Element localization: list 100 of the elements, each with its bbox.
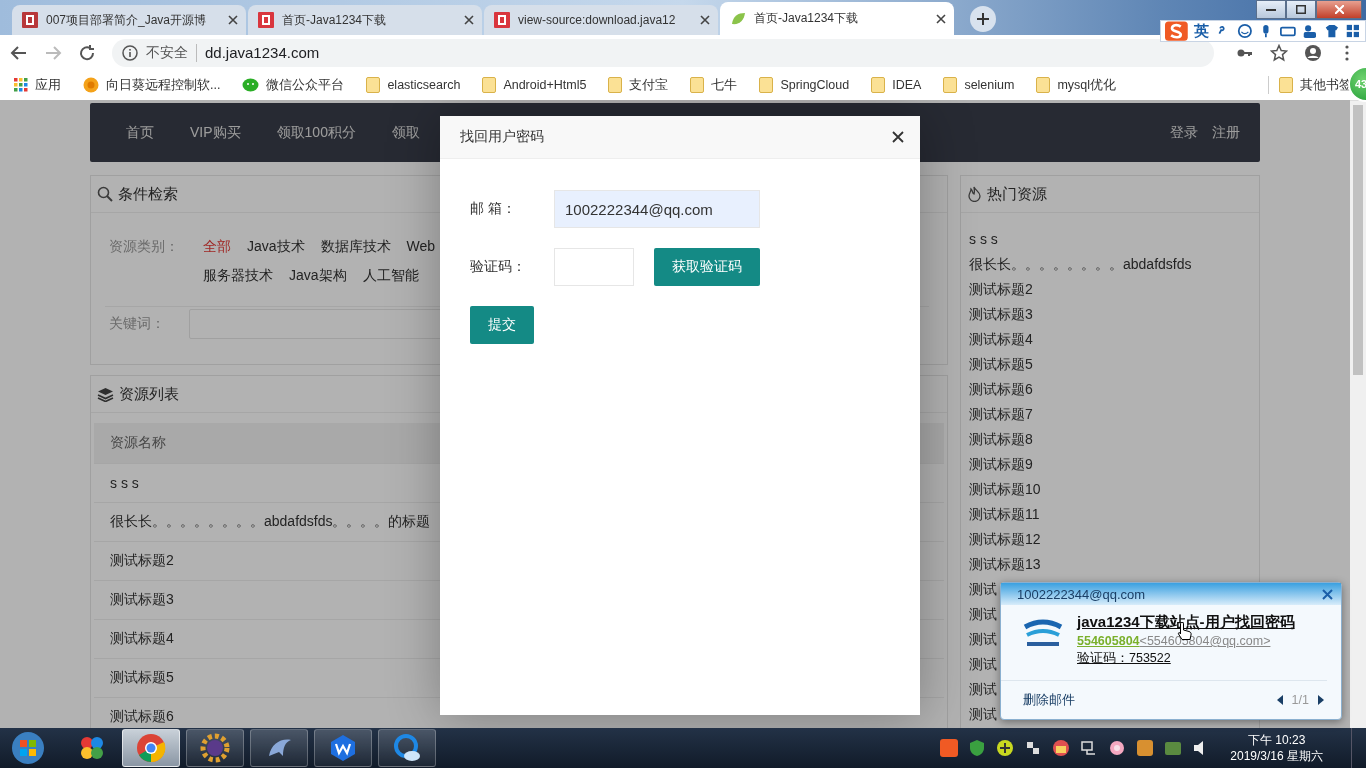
resource-link[interactable]: 很长长。。。。。。。。abdafdsfds <box>969 252 1259 277</box>
close-icon <box>1334 5 1344 14</box>
mail-preview-link[interactable]: 验证码：753522 <box>1077 650 1295 667</box>
category-link[interactable]: Java技术 <box>247 232 305 261</box>
new-tab-button[interactable] <box>970 6 996 32</box>
close-icon[interactable] <box>228 15 238 25</box>
browser-tab[interactable]: 007项目部署简介_Java开源博 <box>12 5 246 35</box>
nav-link[interactable]: 首页 <box>108 123 172 142</box>
maximize-icon <box>1296 5 1306 14</box>
minimize-icon <box>1266 8 1276 11</box>
minimize-button[interactable] <box>1256 0 1286 19</box>
nav-link[interactable]: 领取 <box>373 123 438 142</box>
close-button[interactable] <box>1316 0 1362 19</box>
user-icon[interactable] <box>1301 22 1318 40</box>
grid-icon[interactable] <box>1345 22 1361 40</box>
back-button[interactable] <box>10 43 28 62</box>
app-icon[interactable] <box>1136 739 1155 757</box>
folder-icon <box>608 77 623 93</box>
bookmark[interactable]: 微信公众平台 <box>242 76 345 94</box>
url-text: dd.java1234.com <box>205 44 320 61</box>
bookmark[interactable]: 支付宝 <box>608 76 669 94</box>
mail-icon[interactable] <box>1052 739 1071 757</box>
app-icon[interactable] <box>1164 739 1183 757</box>
resource-link[interactable]: 测试标题6 <box>969 377 1259 402</box>
nav-link[interactable]: 登录 <box>1156 123 1198 140</box>
cloud-icon <box>391 732 423 764</box>
category-link[interactable]: 数据库技术 <box>320 232 391 261</box>
resource-link[interactable]: s s s <box>969 227 1259 252</box>
delete-mail-link[interactable]: 删除邮件 <box>1023 691 1075 709</box>
nav-link[interactable]: 领取100积分 <box>258 123 374 142</box>
close-icon[interactable] <box>892 131 904 143</box>
smiley-icon[interactable] <box>1236 22 1253 40</box>
clock[interactable]: 下午 10:23 2019/3/16 星期六 <box>1230 732 1323 764</box>
flower-icon[interactable] <box>1108 739 1127 757</box>
bookmark[interactable]: mysql优化 <box>1036 76 1117 94</box>
star-icon[interactable] <box>1270 43 1288 62</box>
resource-link[interactable]: 测试标题8 <box>969 427 1259 452</box>
bookmark[interactable]: 向日葵远程控制软... <box>83 76 221 94</box>
chat-bubble-icon <box>242 77 260 93</box>
category-link[interactable]: Web <box>406 232 436 261</box>
category-link[interactable]: Java架构 <box>289 261 347 290</box>
code-field[interactable] <box>554 248 634 286</box>
bookmark[interactable]: Android+Html5 <box>482 77 587 93</box>
resource-link[interactable]: 测试标题2 <box>969 277 1259 302</box>
nav-link[interactable]: VIP购买 <box>172 123 259 142</box>
taskbar-app[interactable] <box>378 729 436 767</box>
resource-link[interactable]: 测试标题13 <box>969 552 1259 577</box>
browser-tab[interactable]: 首页-Java1234下载 <box>248 5 482 35</box>
leaf-icon <box>730 10 746 27</box>
panel-title: 热门资源 <box>987 184 1047 204</box>
resource-link[interactable]: 测试标题9 <box>969 452 1259 477</box>
sunflower-icon <box>83 77 99 93</box>
plus-icon <box>977 13 989 25</box>
close-icon[interactable] <box>700 15 710 25</box>
nav-link[interactable]: 注册 <box>1198 123 1240 140</box>
previous-icon[interactable] <box>1275 695 1284 705</box>
resource-link[interactable]: 测试标题7 <box>969 402 1259 427</box>
resource-link[interactable]: 测试标题4 <box>969 327 1259 352</box>
bookmark[interactable]: 七牛 <box>690 76 738 94</box>
flame-icon <box>967 186 982 202</box>
taskbar-app[interactable] <box>250 729 308 767</box>
windows-logo-icon <box>11 731 45 765</box>
info-icon[interactable] <box>122 44 138 61</box>
taskbar-app[interactable] <box>186 729 244 767</box>
folder-icon <box>482 77 497 93</box>
taskbar-app[interactable] <box>314 729 372 767</box>
address-bar[interactable]: 不安全 dd.java1234.com <box>112 38 1214 67</box>
category-link[interactable]: 全部 <box>203 232 231 261</box>
category-link[interactable]: 服务器技术 <box>203 261 273 290</box>
folder-icon <box>943 77 958 93</box>
plus-icon[interactable] <box>996 739 1015 757</box>
category-link[interactable]: 人工智能 <box>362 261 419 290</box>
close-icon[interactable] <box>464 15 474 25</box>
close-icon[interactable] <box>936 13 946 24</box>
account-icon[interactable] <box>1304 43 1322 62</box>
folder-icon <box>759 77 774 93</box>
gear-icon <box>199 732 231 764</box>
resource-link[interactable]: 测试标题3 <box>969 302 1259 327</box>
shirt-icon[interactable] <box>1323 22 1340 40</box>
email-field[interactable]: 1002222344@qq.com <box>554 190 760 228</box>
bookmark[interactable]: elasticsearch <box>366 77 461 93</box>
maximize-button[interactable] <box>1286 0 1316 19</box>
bookmark[interactable]: SpringCloud <box>759 77 850 93</box>
bookmark[interactable]: 应用 <box>14 76 61 94</box>
apps-icon <box>14 78 28 92</box>
bookmark[interactable]: IDEA <box>871 77 922 93</box>
next-icon[interactable] <box>1317 695 1325 705</box>
submit-button[interactable]: 提交 <box>470 306 534 344</box>
resource-link[interactable]: 测试标题10 <box>969 477 1259 502</box>
resource-link[interactable]: 测试标题12 <box>969 527 1259 552</box>
scrollbar[interactable] <box>1350 100 1366 728</box>
browser-tab[interactable]: view-source:download.java12 <box>484 5 718 35</box>
shield-icon[interactable] <box>968 739 987 757</box>
reload-button[interactable] <box>78 43 96 62</box>
input-mode-toggle[interactable]: 英 <box>1193 21 1209 41</box>
bookmark[interactable]: selenium <box>943 77 1015 93</box>
resource-link[interactable]: 测试标题5 <box>969 352 1259 377</box>
get-code-button[interactable]: 获取验证码 <box>654 248 760 286</box>
browser-tab[interactable]: 首页-Java1234下载 <box>720 2 954 35</box>
resource-link[interactable]: 测试标题11 <box>969 502 1259 527</box>
